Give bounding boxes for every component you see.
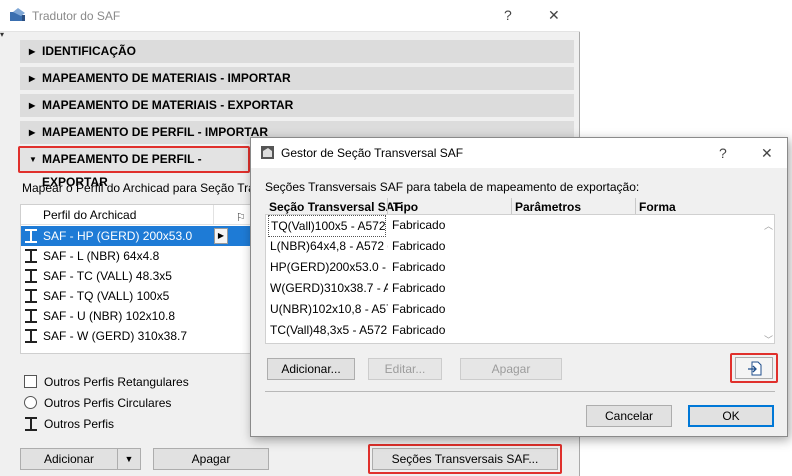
list-item[interactable]: SAF - L (NBR) 64x4.8 [21, 246, 261, 266]
table-row[interactable]: TQ(Vall)100x5 - A572 ... Fabricado [266, 215, 762, 237]
table-row[interactable]: HP(GERD)200x53.0 - A... Fabricado [266, 257, 762, 277]
column-header: Tipo [393, 200, 419, 214]
cell-section: U(NBR)102x10,8 - A57... [270, 302, 388, 316]
column-header: Parâmetros [515, 200, 582, 214]
table-row[interactable]: TC(Vall)48,3x5 - A572 ... Fabricado [266, 320, 762, 340]
i-beam-icon [25, 249, 37, 263]
list-item[interactable]: SAF - TQ (VALL) 100x5 [21, 286, 261, 306]
column-divider [511, 198, 512, 214]
column-divider [213, 205, 214, 225]
dialog-app-icon [261, 146, 274, 159]
cell-type: Fabricado [392, 281, 446, 295]
caret-down-icon: ▾ [0, 30, 5, 39]
option-label: Outros Perfis [44, 417, 115, 431]
list-item-label: SAF - HP (GERD) 200x53.0 [43, 229, 193, 243]
list-header: Perfil do Archicad ⚐ [21, 205, 261, 225]
section-materials-import[interactable]: ▶ MAPEAMENTO DE MATERIAIS - IMPORTAR [20, 67, 574, 90]
section-materials-export[interactable]: ▶ MAPEAMENTO DE MATERIAIS - EXPORTAR [20, 94, 574, 117]
close-icon[interactable]: ✕ [761, 145, 773, 162]
list-item-label: SAF - TQ (VALL) 100x5 [43, 289, 170, 303]
checkbox[interactable] [24, 375, 37, 388]
list-item-label: SAF - U (NBR) 102x10.8 [43, 309, 176, 323]
list-item[interactable]: SAF - W (GERD) 310x38.7 [21, 326, 261, 346]
column-header: Perfil do Archicad [43, 208, 137, 222]
cancel-button[interactable]: Cancelar [586, 405, 672, 427]
section-identificacao[interactable]: ▶ IDENTIFICAÇÃO [20, 40, 574, 63]
list-item[interactable]: SAF - TC (VALL) 48.3x5 [21, 266, 261, 286]
add-dropdown-button[interactable]: ▼ [117, 448, 141, 470]
dialog-divider [265, 391, 775, 392]
i-beam-icon [25, 289, 37, 303]
section-label: MAPEAMENTO DE MATERIAIS - EXPORTAR [42, 98, 294, 112]
scroll-down-icon[interactable]: ﹀ [764, 333, 773, 346]
dialog-add-button[interactable]: Adicionar... [267, 358, 355, 380]
cell-type: Fabricado [392, 302, 446, 316]
map-profile-label: Mapear o Perfil do Archicad para Seção T… [22, 181, 274, 195]
section-label: IDENTIFICAÇÃO [42, 44, 136, 58]
highlight-frame [368, 444, 562, 474]
delete-button[interactable]: Apagar [153, 448, 269, 470]
cell-section: TQ(Vall)100x5 - A572 ... [268, 215, 386, 237]
expand-arrow-icon: ▶ [29, 74, 36, 83]
column-header: Forma [639, 200, 676, 214]
cell-section: HP(GERD)200x53.0 - A... [270, 260, 388, 274]
add-button[interactable]: Adicionar [20, 448, 118, 470]
table-row[interactable]: W(GERD)310x38.7 - A... Fabricado [266, 278, 762, 298]
i-beam-icon [25, 269, 37, 283]
list-item-label: SAF - W (GERD) 310x38.7 [43, 329, 188, 343]
section-label: MAPEAMENTO DE PERFIL - IMPORTAR [42, 125, 269, 139]
dialog-title: Gestor de Seção Transversal SAF [281, 146, 464, 160]
table-row[interactable]: U(NBR)102x10,8 - A57... Fabricado [266, 299, 762, 319]
help-icon[interactable]: ? [504, 7, 512, 23]
i-beam-icon [25, 229, 37, 243]
profile-list: Perfil do Archicad ⚐ SAF - HP (GERD) 200… [20, 204, 261, 354]
flag-icon: ⚐ [236, 212, 246, 224]
expand-arrow-icon: ▶ [29, 101, 36, 110]
table-row[interactable]: L(NBR)64x4,8 - A572 g... Fabricado [266, 236, 762, 256]
expand-arrow-icon: ▶ [29, 128, 36, 137]
cell-type: Fabricado [392, 239, 446, 253]
row-arrow-button[interactable]: ▶ [214, 228, 228, 244]
help-icon[interactable]: ? [719, 145, 727, 161]
column-divider [387, 198, 388, 214]
dialog-titlebar: Gestor de Seção Transversal SAF ? ✕ [251, 138, 787, 168]
cell-type: Fabricado [392, 323, 446, 337]
list-item-label: SAF - L (NBR) 64x4.8 [43, 249, 160, 263]
scroll-up-icon[interactable]: ︿ [764, 219, 773, 232]
table-label: Seções Transversais SAF para tabela de m… [265, 180, 640, 194]
cell-section: W(GERD)310x38.7 - A... [270, 281, 388, 295]
window-title: Tradutor do SAF [32, 9, 121, 23]
i-beam-icon [25, 417, 37, 431]
option-label: Outros Perfis Circulares [44, 396, 172, 410]
dialog-delete-button[interactable]: Apagar [460, 358, 562, 380]
saf-section-manager-dialog: Gestor de Seção Transversal SAF ? ✕ Seçõ… [250, 137, 788, 437]
column-divider [635, 198, 636, 214]
cell-type: Fabricado [392, 260, 446, 274]
table-header: Seção Transversal SAF Tipo Parâmetros Fo… [265, 198, 761, 214]
list-item-label: SAF - TC (VALL) 48.3x5 [43, 269, 172, 283]
cell-type: Fabricado [392, 218, 446, 232]
cell-section: L(NBR)64x4,8 - A572 g... [270, 239, 388, 253]
highlight-frame [730, 353, 778, 383]
close-icon[interactable]: ✕ [548, 7, 560, 24]
list-item[interactable]: SAF - HP (GERD) 200x53.0 ▶ [21, 226, 261, 246]
section-label: MAPEAMENTO DE MATERIAIS - IMPORTAR [42, 71, 291, 85]
ok-button[interactable]: OK [688, 405, 774, 427]
section-table: TQ(Vall)100x5 - A572 ... Fabricado L(NBR… [265, 214, 775, 346]
highlight-frame [18, 146, 250, 173]
option-label: Outros Perfis Retangulares [44, 375, 189, 389]
dialog-edit-button[interactable]: Editar... [368, 358, 442, 380]
list-item[interactable]: SAF - U (NBR) 102x10.8 [21, 306, 261, 326]
radio-button[interactable] [24, 396, 37, 409]
cell-section: TC(Vall)48,3x5 - A572 ... [270, 323, 388, 337]
expand-arrow-icon: ▶ [29, 47, 36, 56]
i-beam-icon [25, 309, 37, 323]
i-beam-icon [25, 329, 37, 343]
column-header: Seção Transversal SAF [269, 200, 402, 214]
app-icon [10, 8, 25, 21]
main-titlebar: Tradutor do SAF ? ✕ [0, 0, 580, 32]
